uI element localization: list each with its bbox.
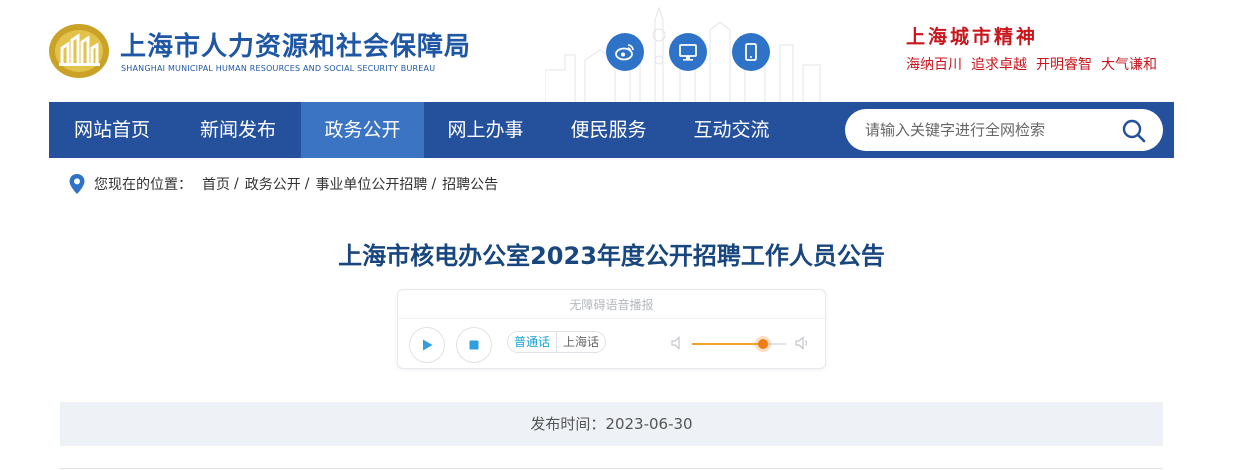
- nav-item-home[interactable]: 网站首页: [49, 102, 175, 158]
- player-divider: [398, 318, 825, 319]
- publish-info-bar: 发布时间：2023-06-30: [60, 402, 1163, 446]
- mobile-icon: [745, 43, 757, 61]
- nav-item-government-affairs[interactable]: 政务公开: [301, 102, 424, 158]
- city-spirit-word: 开明睿智: [1036, 57, 1092, 73]
- audio-player: 无障碍语音播报 普通话 上海话: [397, 289, 826, 369]
- breadcrumb: 您现在的位置： 首页 / 政务公开 / 事业单位公开招聘 / 招聘公告: [68, 172, 498, 196]
- publish-date: 2023-06-30: [605, 415, 693, 433]
- language-option-mandarin[interactable]: 普通话: [508, 332, 556, 352]
- city-spirit-word: 大气谦和: [1101, 57, 1157, 73]
- play-button[interactable]: [409, 327, 445, 363]
- breadcrumb-link-government-affairs[interactable]: 政务公开: [245, 174, 301, 194]
- desktop-version-button[interactable]: [669, 33, 707, 71]
- site-title: 上海市人力资源和社会保障局: [120, 32, 472, 62]
- language-option-shanghainese[interactable]: 上海话: [556, 332, 605, 352]
- weibo-button[interactable]: [606, 33, 644, 71]
- site-header: 上海市人力资源和社会保障局 SHANGHAI MUNICIPAL HUMAN R…: [0, 0, 1253, 102]
- play-icon: [423, 339, 433, 351]
- page: 上海市人力资源和社会保障局 SHANGHAI MUNICIPAL HUMAN R…: [0, 0, 1253, 470]
- breadcrumb-label: 您现在的位置：: [94, 177, 192, 193]
- publish-label: 发布时间：: [530, 415, 606, 433]
- search-box: [845, 109, 1163, 151]
- site-subtitle: SHANGHAI MUNICIPAL HUMAN RESOURCES AND S…: [121, 64, 436, 73]
- nav-item-news[interactable]: 新闻发布: [175, 102, 301, 158]
- city-spirit-words: 海纳百川 追求卓越 开明睿智 大气谦和: [906, 54, 1166, 74]
- stop-button[interactable]: [456, 327, 492, 363]
- volume-slider-fill: [692, 343, 763, 345]
- nav-item-interaction[interactable]: 互动交流: [670, 102, 793, 158]
- volume-low-icon[interactable]: [669, 335, 685, 351]
- volume-slider[interactable]: [692, 339, 786, 349]
- volume-slider-knob[interactable]: [757, 339, 768, 349]
- player-title: 无障碍语音播报: [569, 298, 654, 312]
- mobile-version-button[interactable]: [732, 33, 770, 71]
- city-spirit-title: 上海城市精神: [906, 26, 1039, 48]
- bureau-emblem-icon: [49, 24, 109, 78]
- main-nav: 网站首页 新闻发布 政务公开 网上办事 便民服务 互动交流: [49, 102, 1174, 158]
- breadcrumb-link-announcement[interactable]: 招聘公告: [442, 174, 498, 194]
- desktop-icon: [679, 44, 697, 61]
- city-spirit-word: 海纳百川: [906, 57, 962, 73]
- location-pin-icon: [69, 174, 85, 194]
- breadcrumb-link-recruitment[interactable]: 事业单位公开招聘: [315, 174, 427, 194]
- breadcrumb-separator: /: [234, 176, 239, 192]
- volume-high-icon[interactable]: [794, 335, 810, 351]
- article-title: 上海市核电办公室2023年度公开招聘工作人员公告: [338, 242, 885, 270]
- language-switch: 普通话 上海话: [507, 331, 607, 353]
- nav-item-public-services[interactable]: 便民服务: [547, 102, 670, 158]
- search-input[interactable]: [865, 109, 1105, 151]
- search-icon[interactable]: [1121, 118, 1147, 144]
- breadcrumb-separator: /: [304, 176, 310, 192]
- breadcrumb-link-home[interactable]: 首页: [202, 174, 230, 194]
- stop-icon: [469, 340, 479, 350]
- nav-item-online-services[interactable]: 网上办事: [424, 102, 547, 158]
- content-divider: [60, 468, 1163, 469]
- weibo-icon: [615, 44, 634, 61]
- breadcrumb-separator: /: [431, 176, 437, 192]
- city-spirit-word: 追求卓越: [971, 57, 1027, 73]
